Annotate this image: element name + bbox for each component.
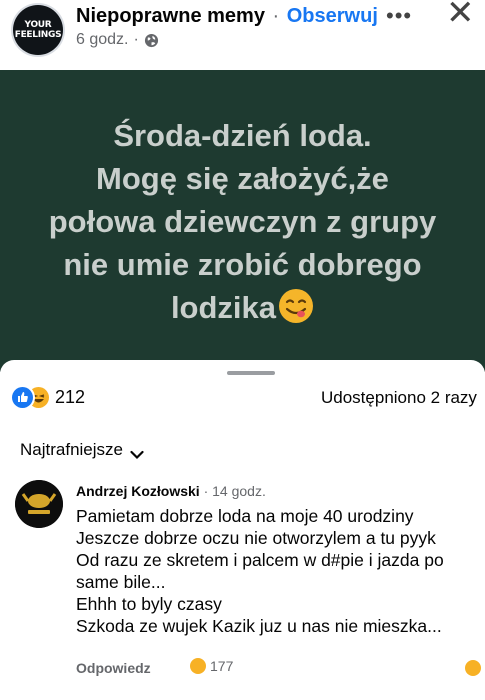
- comment-reaction-summary[interactable]: 177: [190, 658, 233, 674]
- avatar-logo-line1: YOUR: [24, 20, 52, 30]
- separator-dot: ·: [133, 31, 139, 48]
- like-icon: [12, 387, 33, 408]
- sort-label: Najtrafniejsze: [20, 440, 123, 459]
- comment-line: Jeszcze dobrze oczu nie otworzylem a tu …: [76, 528, 436, 548]
- commenter-avatar[interactable]: [15, 480, 63, 528]
- comment-line: Szkoda ze wujek Kazik juz u nas nie mies…: [76, 616, 442, 636]
- face-savoring-food-emoji: [278, 288, 314, 335]
- comment-text: Pamietam dobrze loda na moje 40 urodziny…: [76, 505, 481, 637]
- post-header: YOUR FEELINGS Niepoprawne memy · Obserwu…: [0, 0, 485, 70]
- avatar-logo-line2: FEELINGS: [14, 30, 62, 40]
- comment-line: same bile...: [76, 572, 166, 592]
- page-avatar[interactable]: YOUR FEELINGS: [13, 5, 63, 55]
- comments-sheet: 212 Udostępniono 2 razy Najtrafniejsze A…: [0, 360, 485, 700]
- drag-handle[interactable]: [227, 371, 275, 375]
- comment-actions: Odpowiedz: [76, 660, 151, 676]
- image-line: Środa-dzień loda.: [113, 118, 372, 153]
- close-icon[interactable]: ✕: [446, 0, 475, 30]
- image-line-text: lodzika: [170, 290, 277, 325]
- separator-dot: ·: [272, 5, 280, 27]
- follow-button[interactable]: Obserwuj: [287, 5, 378, 27]
- comment-reaction-count: 177: [210, 658, 234, 674]
- comment-author[interactable]: Andrzej Kozłowski: [76, 483, 200, 499]
- reaction-summary[interactable]: 212: [12, 387, 85, 408]
- image-line: Mogę się założyć,że: [96, 161, 389, 196]
- page-name-link[interactable]: Niepoprawne memy: [76, 5, 265, 27]
- haha-icon: [190, 658, 206, 674]
- reply-button[interactable]: Odpowiedz: [76, 660, 151, 676]
- comment-time[interactable]: 14 godz.: [212, 483, 266, 499]
- reaction-count: 212: [55, 387, 86, 407]
- separator-dot: ·: [203, 483, 209, 499]
- comment-line: Od razu ze skretem i palcem w d#pie i ja…: [76, 550, 444, 570]
- share-count[interactable]: Udostępniono 2 razy: [321, 388, 477, 408]
- globe-icon: [144, 33, 159, 48]
- comment-line: Ehhh to byly czasy: [76, 594, 222, 614]
- image-line: połowa dziewczyn z grupy: [48, 204, 437, 239]
- comment-line: Pamietam dobrze loda na moje 40 urodziny: [76, 506, 414, 526]
- comment-header: Andrzej Kozłowski · 14 godz.: [76, 483, 266, 499]
- post-meta: 6 godz. ·: [76, 31, 159, 49]
- more-options-icon[interactable]: •••: [386, 3, 412, 29]
- image-line: nie umie zrobić dobrego: [63, 247, 422, 282]
- image-line-last: lodzika: [49, 286, 437, 335]
- image-caption: Środa-dzień loda. Mogę się założyć,że po…: [49, 114, 437, 335]
- chevron-down-icon: [130, 445, 144, 460]
- post-image[interactable]: Środa-dzień loda. Mogę się założyć,że po…: [0, 70, 485, 372]
- post-time[interactable]: 6 godz.: [76, 31, 128, 49]
- comment-sort-selector[interactable]: Najtrafniejsze: [20, 440, 144, 460]
- page-title-row: Niepoprawne memy · Obserwuj: [76, 5, 378, 28]
- react-button-haha-icon[interactable]: [465, 660, 481, 676]
